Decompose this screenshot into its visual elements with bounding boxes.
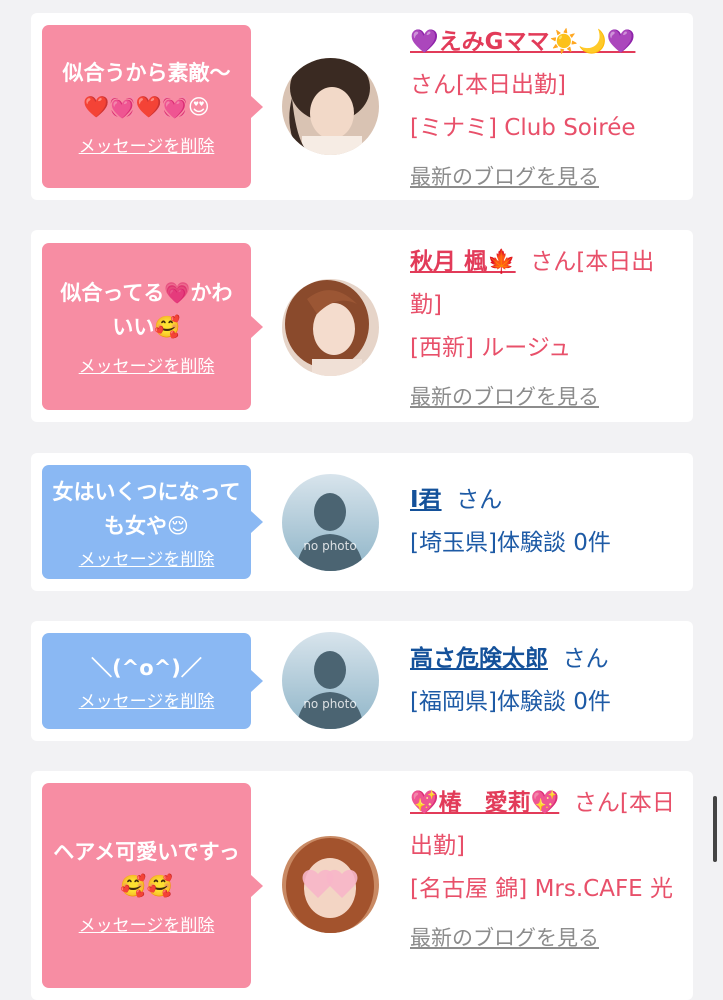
message-card: ヘアメ可愛いですっ🥰🥰 メッセージを削除 💖椿 愛莉💖 さん[本日出勤] [名古… (31, 771, 693, 1000)
shop-name: [ミナミ] Club Soirée (410, 115, 636, 141)
delete-message-link[interactable]: メッセージを削除 (79, 132, 215, 157)
message-text: 女はいくつになっても女や😌 (52, 479, 241, 538)
delete-message-link[interactable]: メッセージを削除 (79, 352, 215, 377)
message-text: 似合ってる💗かわいい🥰 (60, 281, 233, 339)
message-card: 似合うから素敵〜❤️💓❤️💓😍 メッセージを削除 💜えみGママ☀️🌙💜 さん[本… (31, 13, 693, 200)
message-bubble: ヘアメ可愛いですっ🥰🥰 メッセージを削除 (42, 783, 263, 988)
message-card: 似合ってる💗かわいい🥰 メッセージを削除 秋月 楓🍁 さん[本日出勤] [西新]… (31, 230, 693, 422)
avatar[interactable] (282, 279, 379, 376)
sender-info: 高さ危険太郎 さん [福岡県]体験談 0件 (410, 638, 682, 724)
sender-status: さん (456, 487, 503, 513)
message-card: 女はいくつになっても女や😌 メッセージを削除 no photo I君 さん [埼… (31, 453, 693, 591)
sender-name-link[interactable]: 秋月 楓🍁 (410, 249, 516, 275)
blog-link[interactable]: 最新のブログを見る (410, 926, 599, 950)
message-text: ヘアメ可愛いですっ🥰🥰 (53, 840, 240, 898)
message-bubble: ＼(^o^)／ メッセージを削除 (42, 633, 263, 729)
sender-name-link[interactable]: I君 (410, 487, 442, 513)
message-bubble: 女はいくつになっても女や😌 メッセージを削除 (42, 465, 263, 579)
sender-status: さん (562, 646, 609, 672)
scrollbar[interactable] (713, 796, 717, 862)
shop-name: [名古屋 錦] Mrs.CAFE 光 (410, 876, 674, 902)
experience-count: [福岡県]体験談 0件 (410, 689, 611, 715)
blog-link[interactable]: 最新のブログを見る (410, 165, 599, 189)
no-photo-avatar[interactable]: no photo (282, 632, 379, 729)
sender-status: さん[本日出勤] (410, 72, 566, 98)
blog-link[interactable]: 最新のブログを見る (410, 385, 599, 409)
sender-name-link[interactable]: 💜えみGママ☀️🌙💜 (410, 29, 635, 55)
message-text: 似合うから素敵〜❤️💓❤️💓😍 (62, 61, 231, 119)
avatar[interactable] (282, 836, 379, 933)
sender-name-link[interactable]: 高さ危険太郎 (410, 646, 548, 672)
sender-info: I君 さん [埼玉県]体験談 0件 (410, 479, 682, 565)
message-bubble: 似合ってる💗かわいい🥰 メッセージを削除 (42, 243, 263, 410)
sender-info: 💜えみGママ☀️🌙💜 さん[本日出勤] [ミナミ] Club Soirée 最新… (410, 21, 682, 199)
delete-message-link[interactable]: メッセージを削除 (79, 911, 215, 936)
shop-name: [西新] ルージュ (410, 335, 572, 361)
delete-message-link[interactable]: メッセージを削除 (79, 687, 215, 712)
experience-count: [埼玉県]体験談 0件 (410, 530, 611, 556)
sender-info: 秋月 楓🍁 さん[本日出勤] [西新] ルージュ 最新のブログを見る (410, 241, 682, 419)
message-card: ＼(^o^)／ メッセージを削除 no photo 高さ危険太郎 さん [福岡県… (31, 621, 693, 741)
delete-message-link[interactable]: メッセージを削除 (79, 545, 215, 570)
avatar[interactable] (282, 58, 379, 155)
message-text: ＼(^o^)／ (91, 655, 202, 680)
no-photo-text: no photo (303, 539, 356, 553)
message-bubble: 似合うから素敵〜❤️💓❤️💓😍 メッセージを削除 (42, 25, 263, 188)
no-photo-text: no photo (303, 697, 356, 711)
sender-name-link[interactable]: 💖椿 愛莉💖 (410, 790, 559, 816)
sender-info: 💖椿 愛莉💖 さん[本日出勤] [名古屋 錦] Mrs.CAFE 光 最新のブロ… (410, 782, 682, 960)
no-photo-avatar[interactable]: no photo (282, 474, 379, 571)
